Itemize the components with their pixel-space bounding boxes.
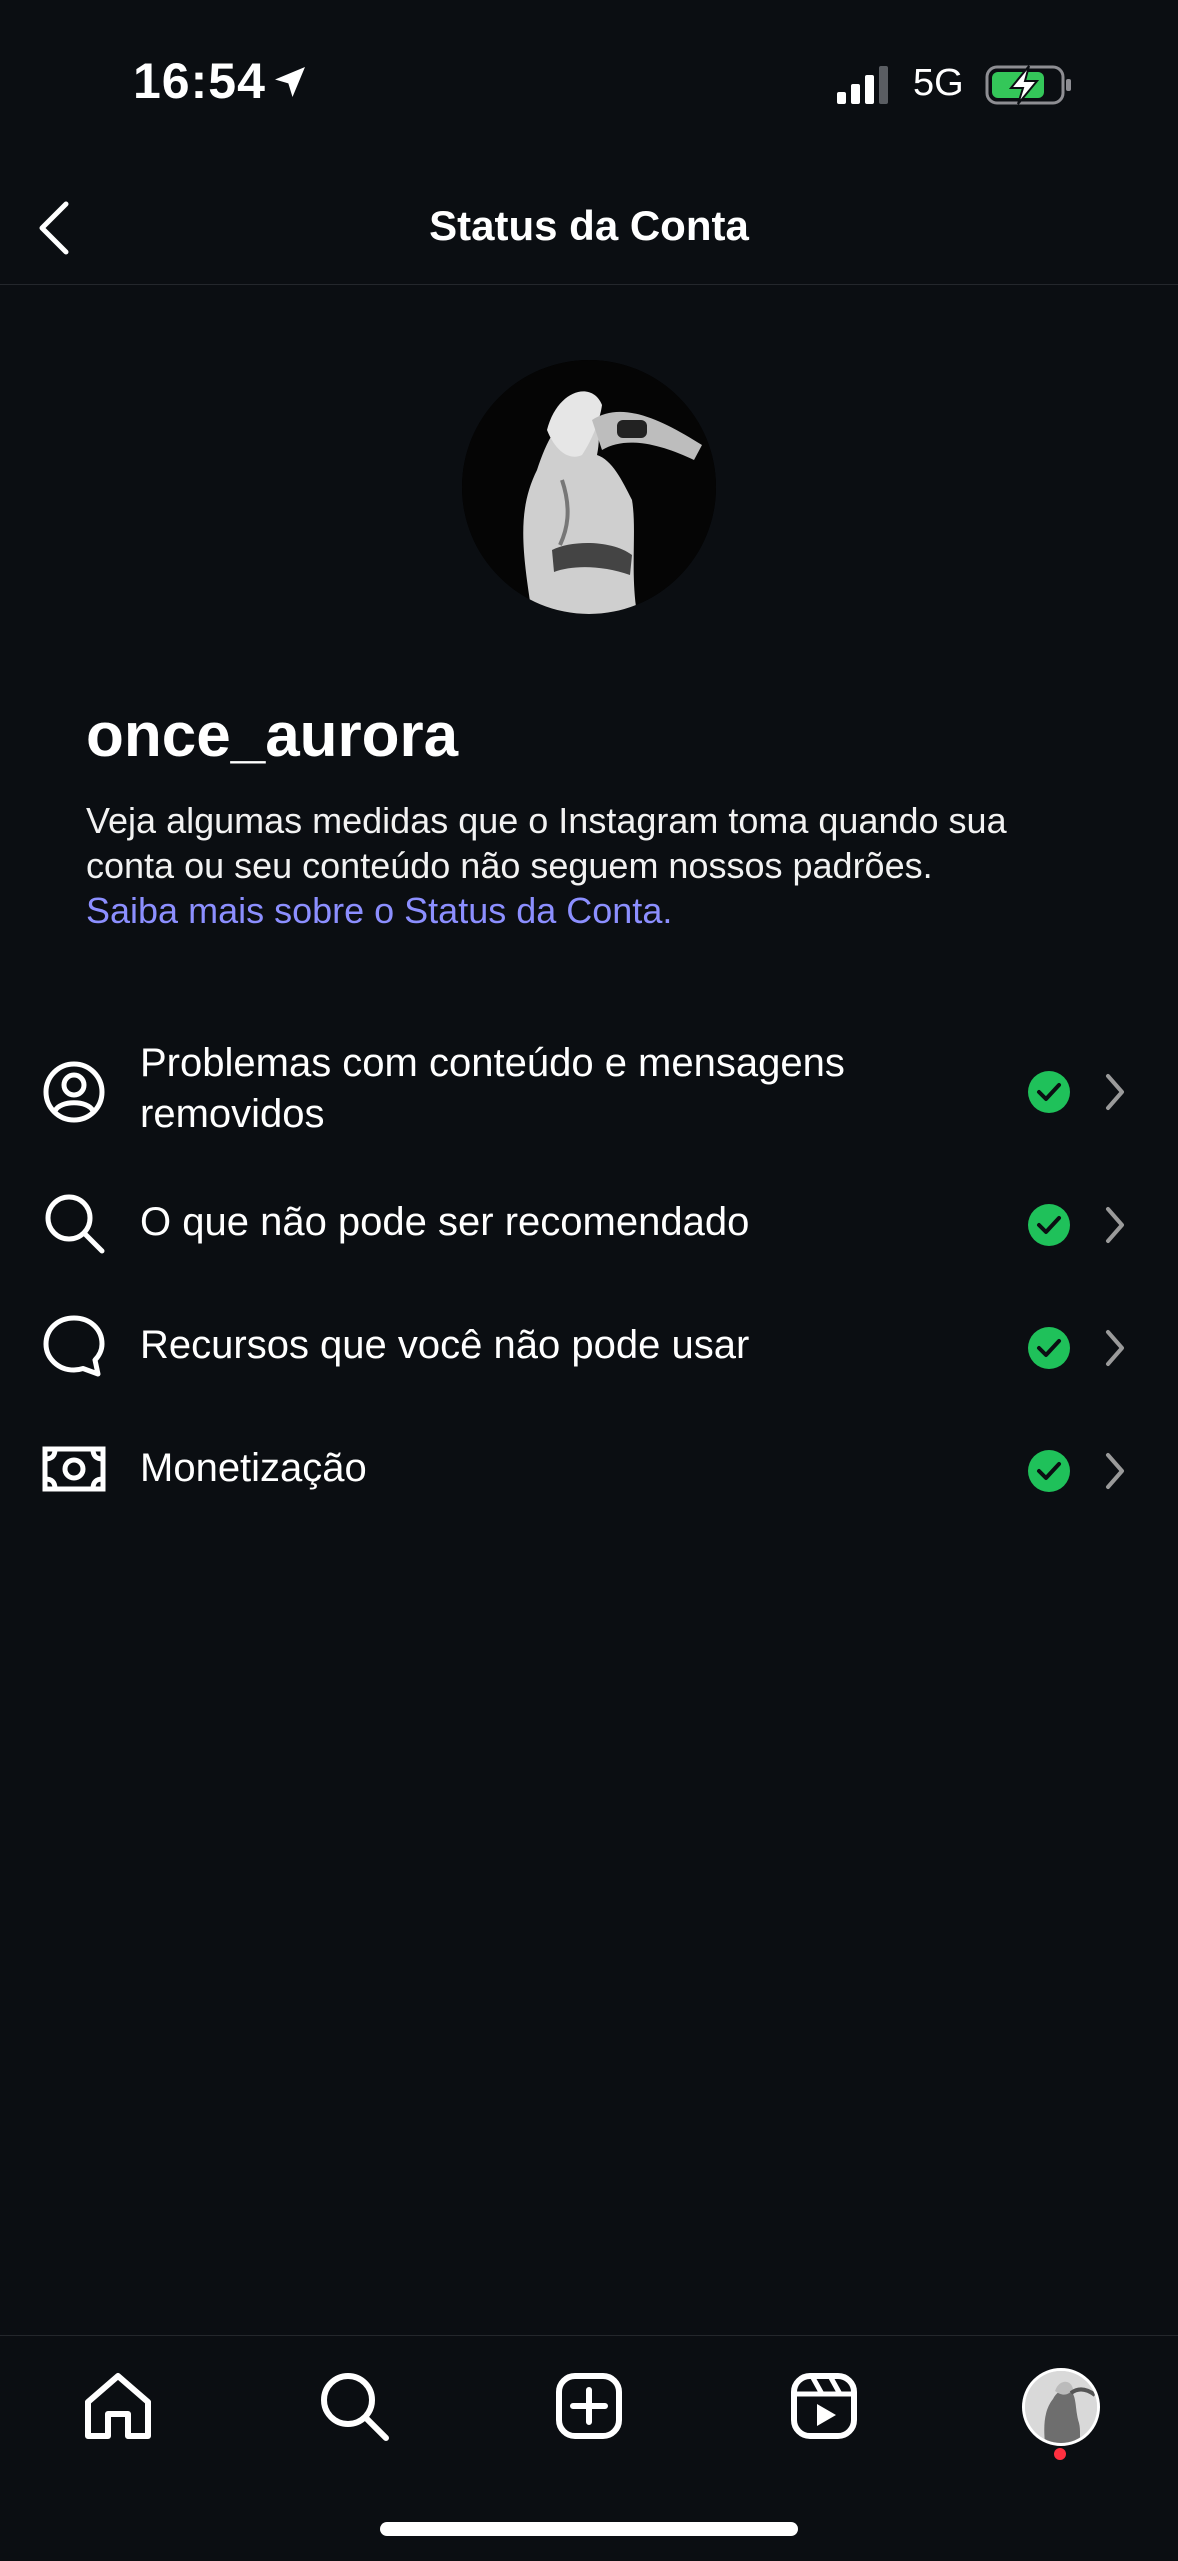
check-circle-icon [1028,1450,1070,1492]
status-bar: 16:54 5G [0,0,1178,170]
home-indicator [380,2522,798,2536]
list-item-label: O que não pode ser recomendado [140,1200,750,1244]
nav-profile-avatar[interactable] [1022,2368,1100,2446]
notification-dot [1054,2448,1066,2460]
list-item-removed-content[interactable]: Problemas com conteúdo e mensagens remov… [0,1030,1178,1140]
page-title: Status da Conta [429,202,749,249]
list-item-features-restricted[interactable]: Recursos que você não pode usar [0,1298,1178,1398]
home-icon[interactable] [80,2368,156,2444]
chevron-right-icon [1106,1207,1124,1243]
create-icon[interactable] [551,2368,627,2444]
profile-avatar [462,360,716,614]
description-text: Veja algumas medidas que o Instagram tom… [86,800,1007,886]
check-circle-icon [1028,1327,1070,1369]
chevron-right-icon [1106,1074,1124,1110]
header: Status da Conta [0,170,1178,285]
search-icon[interactable] [316,2368,392,2444]
money-icon [42,1446,106,1492]
person-circle-icon [43,1061,105,1123]
chat-bubble-icon [43,1315,105,1377]
check-circle-icon [1028,1204,1070,1246]
signal-icon [837,66,888,104]
list-item-label: Monetização [140,1446,367,1490]
list-item-label: Problemas com conteúdo e mensagens remov… [140,1041,845,1136]
list-item-not-recommended[interactable]: O que não pode ser recomendado [0,1175,1178,1275]
list-item-monetization[interactable]: Monetização [0,1421,1178,1521]
chevron-right-icon [1106,1330,1124,1366]
status-time: 16:54 [133,53,266,109]
search-icon [45,1194,105,1254]
learn-more-link[interactable]: Saiba mais sobre o Status da Conta. [86,888,1096,933]
location-arrow-icon [275,67,305,97]
username: once_aurora [86,701,459,770]
status-description: Veja algumas medidas que o Instagram tom… [86,798,1096,933]
reels-icon[interactable] [786,2368,862,2444]
list-item-label: Recursos que você não pode usar [140,1323,750,1367]
check-circle-icon [1028,1071,1070,1113]
network-type: 5G [913,62,964,104]
battery-charging-icon [985,65,1071,105]
chevron-right-icon [1106,1453,1124,1489]
